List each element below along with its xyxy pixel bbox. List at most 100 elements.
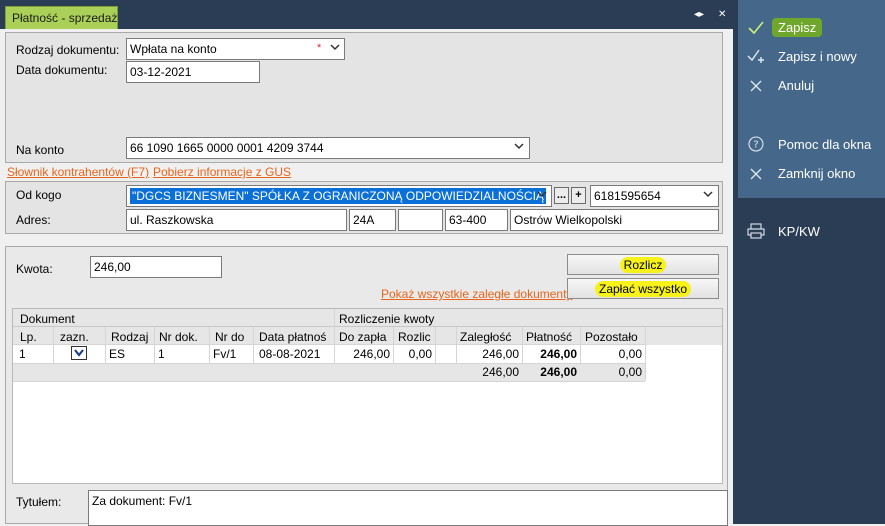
- zapisz-button[interactable]: Zapisz: [745, 18, 823, 37]
- col-pozostalo[interactable]: Pozostało: [585, 330, 638, 344]
- tytulem-textarea[interactable]: Za dokument: Fv/1: [88, 490, 728, 526]
- zamknij-okno-button[interactable]: Zamknij okno: [745, 166, 855, 181]
- cell-nr-do: Fv/1: [213, 347, 237, 361]
- document-panel: Rodzaj dokumentu: Wpłata na konto * Data…: [5, 32, 723, 163]
- tab-scroll-icon[interactable]: ◂▸: [694, 9, 704, 21]
- anuluj-button[interactable]: Anuluj: [745, 78, 814, 93]
- col-nr-dok[interactable]: Nr dok.: [159, 330, 198, 344]
- nr-domu-value: 24A: [353, 213, 375, 227]
- col-rodzaj[interactable]: Rodzaj: [111, 330, 148, 344]
- nr-lokalu-input[interactable]: [398, 209, 443, 231]
- group-rozliczenie: Rozliczenie kwoty: [339, 312, 435, 326]
- checkmark-icon: [745, 20, 767, 36]
- konto-label: Na konto: [16, 143, 65, 157]
- miasto-value: Ostrów Wielkopolski: [514, 213, 623, 227]
- nr-domu-input[interactable]: 24A: [349, 209, 396, 231]
- rodzaj-label: Rodzaj dokumentu:: [16, 43, 120, 57]
- cell-data: 08-08-2021: [259, 347, 321, 361]
- check-plus-icon: [745, 48, 767, 64]
- ulica-input[interactable]: ul. Raszkowska: [126, 209, 347, 231]
- zapisz-i-nowy-label: Zapisz i nowy: [778, 48, 857, 64]
- zapisz-label: Zapisz: [772, 18, 823, 37]
- close-icon: [745, 167, 767, 181]
- zaplac-wszystko-label: Zapłać wszystko: [594, 281, 692, 297]
- rodzaj-select[interactable]: Wpłata na konto *: [126, 38, 345, 60]
- konto-select[interactable]: 66 1090 1665 0000 0001 4209 3744: [126, 137, 530, 159]
- kod-pocztowy-input[interactable]: 63-400: [445, 209, 508, 231]
- svg-text:?: ?: [753, 140, 758, 151]
- help-icon: ?: [745, 136, 767, 152]
- total-zaleglosc: 246,00: [482, 365, 519, 379]
- data-value: 03-12-2021: [130, 65, 192, 79]
- printer-icon: [745, 223, 767, 239]
- kpkw-button[interactable]: KP/KW: [745, 223, 820, 239]
- rodzaj-value: Wpłata na konto: [130, 42, 217, 56]
- action-sidebar: Zapisz Zapisz i nowy Anuluj ? Pomoc dla …: [733, 0, 885, 524]
- kpkw-label: KP/KW: [778, 223, 820, 239]
- cell-nr-dok: 1: [158, 347, 165, 361]
- rozliczenie-grid: Dokument Rozliczenie kwoty Lp. zazn. Rod…: [12, 308, 723, 484]
- col-rozliczono[interactable]: Rozlic: [398, 330, 431, 344]
- required-mark: *: [317, 42, 322, 54]
- chevron-down-icon: [74, 349, 84, 357]
- konto-value: 66 1090 1665 0000 0001 4209 3744: [130, 141, 324, 155]
- col-platnosc[interactable]: Płatność: [526, 330, 572, 344]
- cell-platnosc: 246,00: [540, 347, 577, 361]
- cell-lp: 1: [19, 347, 26, 361]
- total-pozostalo: 0,00: [618, 365, 642, 379]
- browse-kontrahent-button[interactable]: ...: [554, 187, 569, 204]
- adres-label: Adres:: [16, 213, 51, 227]
- anuluj-label: Anuluj: [778, 78, 815, 93]
- col-zazn[interactable]: zazn.: [60, 330, 89, 344]
- zazn-checkbox[interactable]: [71, 346, 87, 360]
- tytulem-value: Za dokument: Fv/1: [92, 494, 193, 508]
- group-dokument: Dokument: [20, 312, 75, 326]
- miasto-input[interactable]: Ostrów Wielkopolski: [510, 209, 719, 231]
- slownik-kontrahentow-link[interactable]: Słownik kontrahentów (F7): [7, 165, 149, 179]
- col-nr-do[interactable]: Nr do: [215, 330, 244, 344]
- tytulem-label: Tytułem:: [16, 495, 62, 509]
- zamknij-okno-label: Zamknij okno: [778, 166, 856, 181]
- cell-rodzaj: ES: [109, 347, 126, 361]
- tab-bar: Płatność - sprzedaż ◂▸ ✕: [0, 0, 733, 29]
- totals-row: 246,00 246,00 0,00: [13, 364, 645, 381]
- kwota-label: Kwota:: [16, 262, 53, 276]
- main-area: Płatność - sprzedaż ◂▸ ✕ Rodzaj dokument…: [0, 0, 733, 526]
- pomoc-label: Pomoc dla okna: [778, 136, 872, 152]
- od-kogo-label: Od kogo: [16, 188, 62, 202]
- cell-do-zaplaty: 246,00: [353, 347, 390, 361]
- tab-close-icon[interactable]: ✕: [718, 9, 726, 21]
- close-icon: [745, 79, 767, 93]
- kontrahent-panel: Od kogo "DGCS BIZNESMEN" SPÓŁKA Z OGRANI…: [5, 181, 723, 234]
- pobierz-gus-link[interactable]: Pobierz informacje z GUS: [153, 165, 291, 179]
- data-label: Data dokumentu:: [16, 63, 108, 77]
- zapisz-i-nowy-button[interactable]: Zapisz i nowy: [745, 48, 857, 64]
- rozlicz-button[interactable]: Rozlicz: [567, 254, 719, 275]
- pomoc-button[interactable]: ? Pomoc dla okna: [745, 136, 871, 152]
- total-platnosc: 246,00: [540, 365, 577, 379]
- kwota-value: 246,00: [94, 260, 131, 274]
- chevron-down-icon[interactable]: [537, 189, 547, 199]
- kwota-input[interactable]: 246,00: [90, 256, 222, 278]
- data-dokumentu-input[interactable]: 03-12-2021: [126, 61, 260, 83]
- tab-platnosc-sprzedaz[interactable]: Płatność - sprzedaż: [5, 6, 118, 29]
- cell-zaleglosc: 246,00: [482, 347, 519, 361]
- cell-pozostalo: 0,00: [618, 347, 642, 361]
- kontrahent-name: "DGCS BIZNESMEN" SPÓŁKA Z OGRANICZONĄ OD…: [130, 188, 546, 204]
- zaplac-wszystko-button[interactable]: Zapłać wszystko: [567, 278, 719, 299]
- col-data-platnosci[interactable]: Data płatnoś: [259, 330, 326, 344]
- chevron-down-icon[interactable]: [703, 189, 713, 199]
- nip-select[interactable]: 6181595654: [590, 185, 719, 207]
- pokaz-zalegle-link[interactable]: Pokaż wszystkie zaległe dokumenty: [381, 287, 572, 301]
- col-lp[interactable]: Lp.: [20, 330, 37, 344]
- col-zaleglosc[interactable]: Zaległość: [460, 330, 511, 344]
- kontrahent-select[interactable]: "DGCS BIZNESMEN" SPÓŁKA Z OGRANICZONĄ OD…: [126, 185, 552, 207]
- col-do-zaplaty[interactable]: Do zapła: [339, 330, 386, 344]
- add-kontrahent-button[interactable]: +: [571, 187, 586, 204]
- nip-value: 6181595654: [594, 189, 661, 203]
- rozlicz-label: Rozlicz: [619, 257, 667, 273]
- kod-value: 63-400: [449, 213, 487, 227]
- chevron-down-icon[interactable]: [514, 141, 524, 151]
- cell-rozlic: 0,00: [408, 347, 432, 361]
- chevron-down-icon[interactable]: [330, 42, 340, 52]
